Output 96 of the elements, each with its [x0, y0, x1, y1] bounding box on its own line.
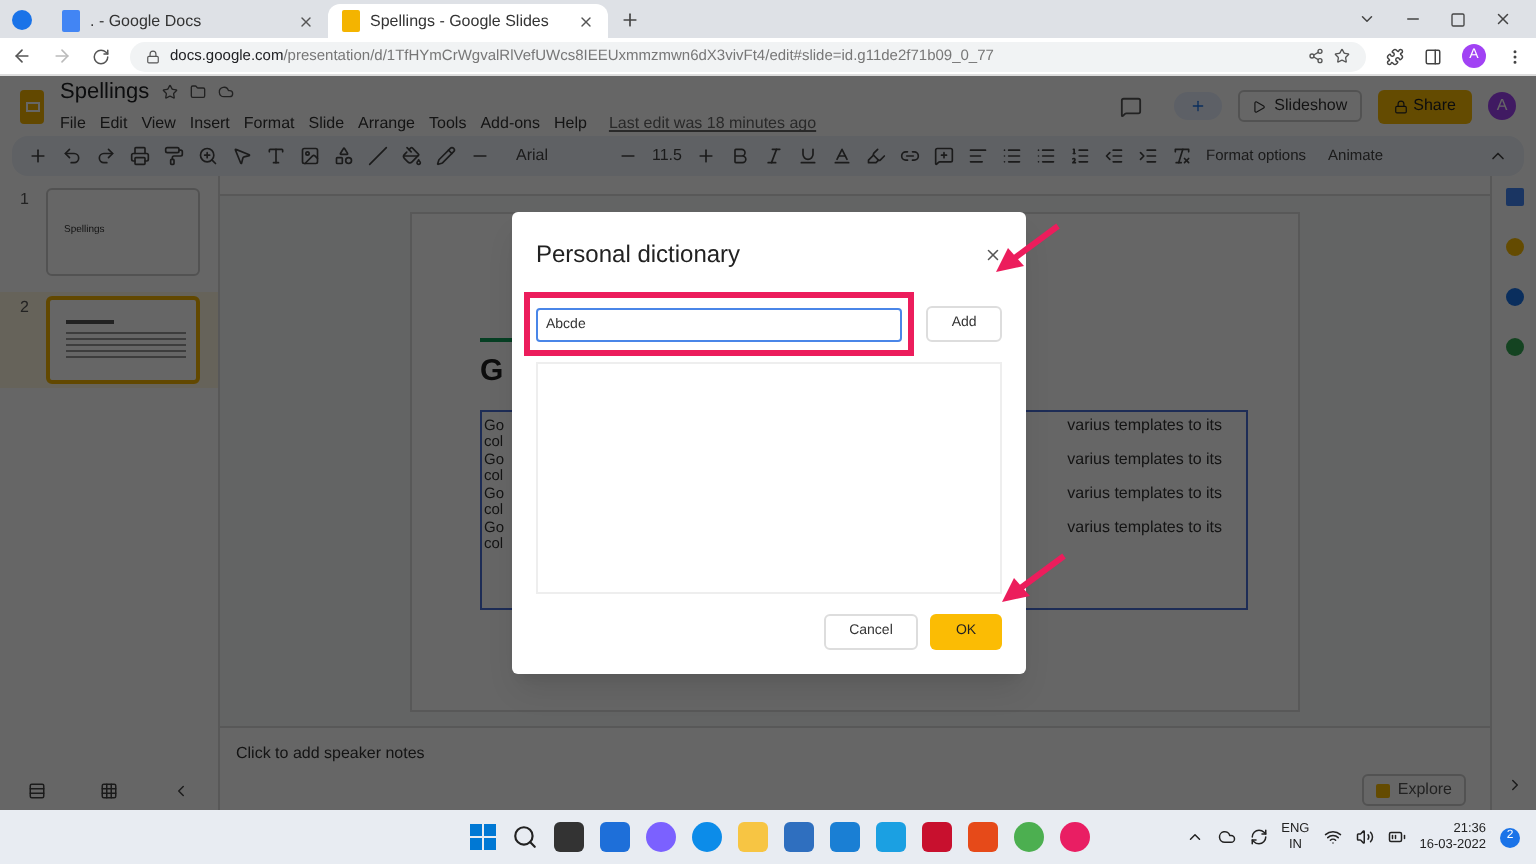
tab-title: . - Google Docs — [90, 9, 204, 33]
lock-icon — [146, 49, 160, 63]
zoom-icon[interactable] — [198, 146, 218, 166]
menu-item[interactable]: Insert — [189, 112, 230, 137]
slideshow-button[interactable]: Slideshow — [1238, 90, 1362, 122]
avatar[interactable]: A — [1488, 92, 1516, 120]
font-size-field[interactable]: 11.5 — [652, 144, 682, 168]
forward-icon[interactable] — [52, 46, 72, 66]
tab-title: Spellings - Google Slides — [370, 9, 551, 33]
new-slide-icon[interactable] — [28, 146, 48, 166]
menu-item[interactable]: Format — [243, 112, 295, 137]
menu-item[interactable]: File — [60, 112, 86, 137]
comment-icon[interactable] — [933, 146, 954, 166]
last-edit-link[interactable]: Last edit was 18 minutes ago — [608, 112, 817, 137]
plus-icon — [1190, 98, 1207, 114]
menu-item[interactable]: Edit — [99, 112, 128, 137]
slide-number: 1 — [20, 188, 31, 212]
volume-icon[interactable] — [1355, 828, 1374, 846]
windows-icon[interactable] — [470, 824, 497, 850]
document-icon — [62, 10, 80, 32]
image-icon[interactable] — [300, 146, 320, 166]
battery-icon[interactable] — [1387, 828, 1406, 846]
slide-preview-drawing — [66, 320, 186, 360]
menu-item[interactable]: View — [141, 112, 176, 137]
text-color-icon[interactable] — [831, 146, 852, 166]
clear-formatting-icon[interactable] — [1171, 146, 1192, 166]
shapes-icon[interactable] — [334, 146, 354, 166]
dialog-title: Personal dictionary — [536, 238, 741, 272]
document-title[interactable]: Spellings — [60, 75, 150, 109]
comment-icon[interactable] — [1120, 95, 1143, 117]
profile-icon — [12, 9, 32, 29]
menu-item[interactable]: Arrange — [358, 112, 416, 137]
grid-view-icon[interactable] — [99, 781, 118, 799]
bold-icon[interactable] — [729, 146, 750, 166]
star-icon[interactable] — [1334, 48, 1350, 64]
slide-text: varius templates to its — [1067, 519, 1222, 536]
present-button[interactable] — [1174, 92, 1223, 120]
slide-text: varius templates to its — [1067, 417, 1222, 434]
close-icon[interactable] — [298, 13, 314, 29]
search-icon[interactable] — [512, 824, 539, 850]
slide-text: varius templates to its — [1067, 485, 1222, 502]
redo-icon[interactable] — [96, 146, 116, 166]
paint-format-icon[interactable] — [164, 146, 184, 166]
select-icon[interactable] — [232, 146, 252, 166]
reload-icon[interactable] — [92, 47, 110, 65]
side-panel-icon[interactable] — [1424, 47, 1442, 65]
slide-number: 2 — [20, 296, 31, 320]
speaker-notes-field[interactable]: Click to add speaker notes — [236, 742, 1474, 766]
close-icon[interactable] — [578, 13, 594, 29]
tab-search-icon[interactable] — [1358, 10, 1376, 28]
text-box-icon[interactable] — [266, 146, 286, 166]
share-icon[interactable] — [1308, 48, 1324, 64]
maximize-icon[interactable] — [1450, 11, 1466, 27]
share-button[interactable]: Share — [1377, 89, 1472, 123]
menu-item[interactable]: Slide — [308, 112, 345, 137]
slides-logo — [20, 89, 44, 123]
font-dropdown[interactable]: Arial — [516, 144, 604, 168]
annotation-arrow — [992, 222, 1060, 278]
star-icon[interactable] — [161, 84, 178, 100]
slides-icon — [342, 10, 360, 32]
explore-button[interactable]: Explore — [1361, 774, 1466, 806]
highlight-icon[interactable] — [865, 146, 886, 166]
fill-icon[interactable] — [402, 146, 422, 166]
new-tab-icon[interactable] — [620, 9, 640, 29]
annotation-arrow — [998, 552, 1066, 608]
numbered-list-icon[interactable] — [1069, 146, 1090, 166]
close-icon[interactable] — [1494, 10, 1512, 28]
browser-tab[interactable]: . - Google Docs — [48, 4, 328, 38]
cloud-icon[interactable] — [1217, 828, 1236, 846]
lock-icon — [1393, 99, 1408, 113]
back-icon[interactable] — [12, 46, 32, 66]
play-icon — [1252, 99, 1267, 113]
sync-icon[interactable] — [1249, 828, 1268, 846]
align-icon[interactable] — [967, 146, 988, 166]
indent-increase-icon[interactable] — [1137, 146, 1158, 166]
menu-item[interactable]: Tools — [429, 112, 467, 137]
undo-icon[interactable] — [62, 146, 82, 166]
slide-title: G — [480, 353, 506, 389]
underline-icon[interactable] — [797, 146, 818, 166]
extensions-icon[interactable] — [1386, 47, 1404, 65]
menu-item[interactable]: Help — [554, 112, 587, 137]
link-icon[interactable] — [899, 146, 920, 166]
tray-expand-icon[interactable] — [1185, 828, 1204, 846]
slide-text: varius templates to its — [1067, 451, 1222, 468]
pencil-icon[interactable] — [436, 146, 456, 166]
browser-tab[interactable]: Spellings - Google Slides — [328, 4, 608, 38]
list-view-icon[interactable] — [27, 781, 46, 799]
slide-thumbnail[interactable] — [46, 296, 200, 384]
italic-icon[interactable] — [763, 146, 784, 166]
print-icon[interactable] — [130, 146, 150, 166]
increase-icon[interactable] — [695, 146, 716, 166]
indent-decrease-icon[interactable] — [1103, 146, 1124, 166]
line-icon[interactable] — [368, 146, 388, 166]
wifi-icon[interactable] — [1323, 828, 1342, 846]
menu-item[interactable]: Add-ons — [480, 112, 540, 137]
close-icon[interactable] — [984, 245, 1002, 263]
